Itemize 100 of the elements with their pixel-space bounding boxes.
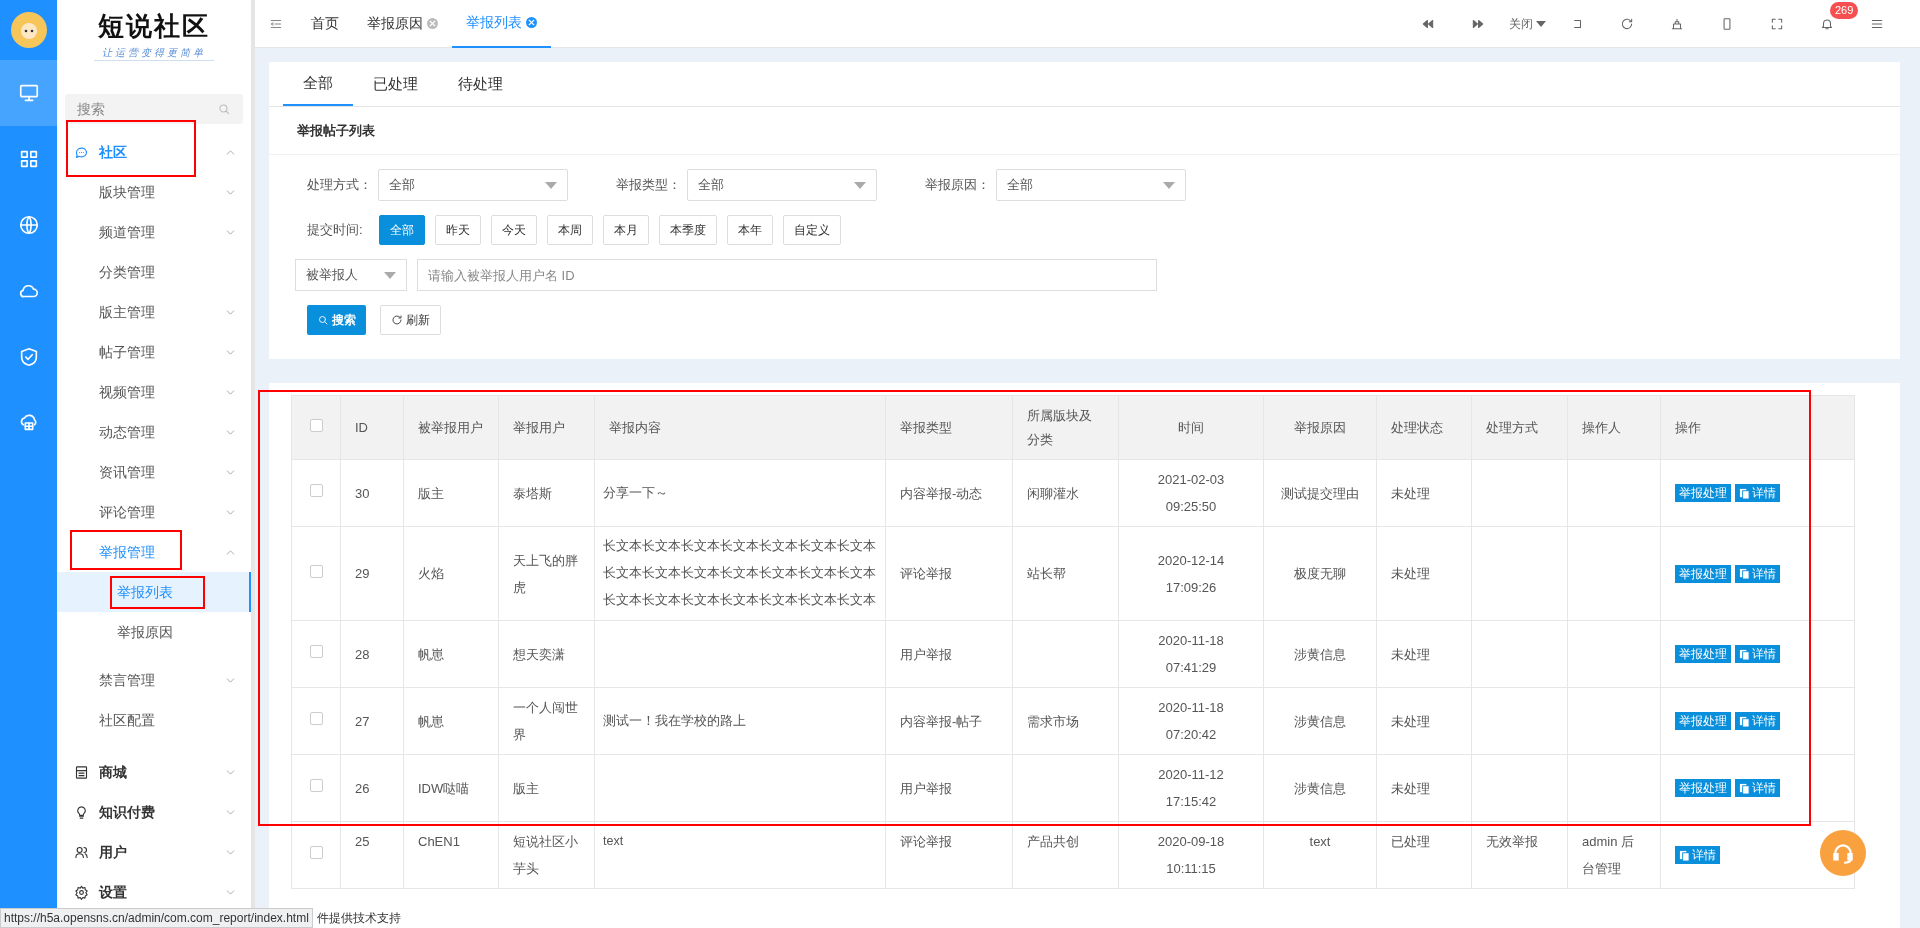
logo-slogan: 让运营变得更简单 [94, 45, 214, 61]
menu-item[interactable]: 视频管理 [57, 372, 251, 412]
menu-item[interactable]: 版主管理 [57, 292, 251, 332]
close-icon[interactable] [427, 18, 438, 29]
table-cell: 未处理 [1391, 780, 1430, 796]
action-button[interactable]: 举报处理 [1675, 779, 1731, 797]
refresh-button[interactable]: 刷新 [380, 305, 441, 335]
table-cell: 无效举报 [1486, 834, 1538, 849]
status-tab[interactable]: 待处理 [438, 62, 523, 106]
action-button[interactable]: 详情 [1675, 846, 1720, 864]
search-icon [317, 314, 329, 326]
table-cell: 分享一下～ [603, 485, 668, 500]
action-button[interactable]: 详情 [1735, 484, 1780, 502]
filter-dropdown[interactable]: 全部 [378, 169, 568, 201]
menu-item[interactable]: 禁言管理 [57, 660, 251, 700]
action-button[interactable]: 详情 [1735, 779, 1780, 797]
menu-item[interactable]: 频道管理 [57, 212, 251, 252]
menu-item[interactable]: 用户 [57, 832, 251, 872]
action-button[interactable]: 举报处理 [1675, 712, 1731, 730]
section-title: 举报帖子列表 [269, 107, 1900, 155]
table-cell: 29 [355, 566, 370, 581]
lightbulb-icon [74, 804, 89, 820]
building-icon[interactable] [1670, 16, 1684, 31]
action-button[interactable]: 举报处理 [1675, 484, 1731, 502]
row-checkbox[interactable] [309, 564, 323, 578]
close-dropdown[interactable]: 关闭 [1503, 14, 1552, 33]
action-button[interactable]: 举报处理 [1675, 645, 1731, 663]
refresh-icon[interactable] [1620, 16, 1634, 31]
menu-item[interactable]: 版块管理 [57, 172, 251, 212]
search-button[interactable]: 搜索 [307, 305, 366, 335]
row-checkbox[interactable] [309, 779, 323, 793]
time-option[interactable]: 本季度 [658, 215, 717, 245]
column-header: 时间 [1178, 419, 1204, 435]
action-button[interactable]: 举报处理 [1675, 564, 1731, 583]
caret-icon [545, 181, 557, 189]
filter-dropdown[interactable]: 全部 [687, 169, 877, 201]
menu-item[interactable]: 社区配置 [57, 700, 251, 740]
time-option[interactable]: 自定义 [782, 215, 841, 245]
table-cell: admin 后台管理 [1582, 834, 1635, 876]
column-header: ID [355, 419, 368, 435]
filter-label: 处理方式： [306, 176, 372, 195]
filter-dropdown[interactable]: 全部 [996, 169, 1186, 201]
menu-item[interactable]: 分类管理 [57, 252, 251, 292]
refresh-icon [391, 314, 403, 326]
table-cell: 25 [355, 834, 370, 849]
row-checkbox[interactable] [309, 712, 323, 726]
table-cell: 火焰 [418, 566, 444, 581]
table-cell: 2020-11-12 17:15:42 [1158, 767, 1224, 809]
page-tab[interactable]: 首页 [297, 0, 353, 48]
action-button[interactable]: 详情 [1735, 564, 1780, 583]
filter-label: 提交时间: [306, 221, 363, 240]
time-option[interactable]: 全部 [378, 215, 425, 245]
copy-icon [1739, 487, 1750, 499]
select-all-checkbox[interactable] [309, 418, 323, 432]
bell-icon[interactable] [1820, 16, 1834, 31]
row-checkbox[interactable] [309, 645, 323, 659]
column-header: 处理状态 [1391, 419, 1443, 435]
table-cell: ChEN1 [418, 834, 460, 849]
submenu-item[interactable]: 举报原因 [57, 612, 251, 652]
menu-item[interactable]: 资讯管理 [57, 452, 251, 492]
table-cell: 版主 [418, 485, 444, 501]
menu-item[interactable]: 知识付费 [57, 792, 251, 832]
menu-item[interactable]: 动态管理 [57, 412, 251, 452]
notification-badge: 269 [1830, 1, 1859, 19]
column-header: 处理方式 [1486, 419, 1538, 435]
time-option[interactable]: 本月 [602, 215, 649, 245]
table-cell: 用户举报 [900, 780, 952, 796]
table-cell: 帆崽 [418, 646, 444, 662]
close-icon[interactable] [526, 17, 537, 28]
table-cell: 评论举报 [900, 834, 952, 849]
menu-item[interactable]: 商城 [57, 752, 251, 792]
column-header: 举报原因 [1294, 419, 1346, 435]
column-header: 被举报用户 [418, 419, 483, 435]
time-option[interactable]: 今天 [490, 215, 537, 245]
table-cell: 需求市场 [1027, 713, 1079, 729]
status-tab[interactable]: 全部 [283, 62, 353, 106]
column-header: 举报类型 [900, 419, 952, 435]
search-type-dropdown[interactable]: 被举报人 [295, 259, 407, 291]
phone-icon[interactable] [1720, 16, 1734, 31]
menu-item[interactable]: 评论管理 [57, 492, 251, 532]
table-cell: 产品共创 [1027, 834, 1079, 849]
action-button[interactable]: 详情 [1735, 712, 1780, 730]
caret-icon [854, 181, 866, 189]
row-checkbox[interactable] [309, 846, 323, 860]
time-option[interactable]: 本年 [726, 215, 773, 245]
table-cell: 天上飞的胖虎 [513, 552, 578, 595]
table-cell: 2021-02-03 09:25:50 [1157, 472, 1225, 514]
user-search-field[interactable]: 请输入被举报人用户名 ID [417, 259, 1157, 291]
row-checkbox[interactable] [309, 484, 323, 498]
table-cell: 测试提交理由 [1281, 485, 1359, 501]
page-tab[interactable]: 举报原因 [353, 0, 452, 48]
monitor-icon [17, 82, 40, 104]
status-tab[interactable]: 已处理 [353, 62, 438, 106]
time-option[interactable]: 昨天 [434, 215, 481, 245]
time-option[interactable]: 本周 [546, 215, 593, 245]
menu-item[interactable]: 帖子管理 [57, 332, 251, 372]
fullscreen-icon[interactable] [1770, 16, 1784, 31]
table-cell: 30 [355, 485, 370, 501]
action-button[interactable]: 详情 [1735, 645, 1780, 663]
table-cell: 27 [355, 713, 370, 729]
